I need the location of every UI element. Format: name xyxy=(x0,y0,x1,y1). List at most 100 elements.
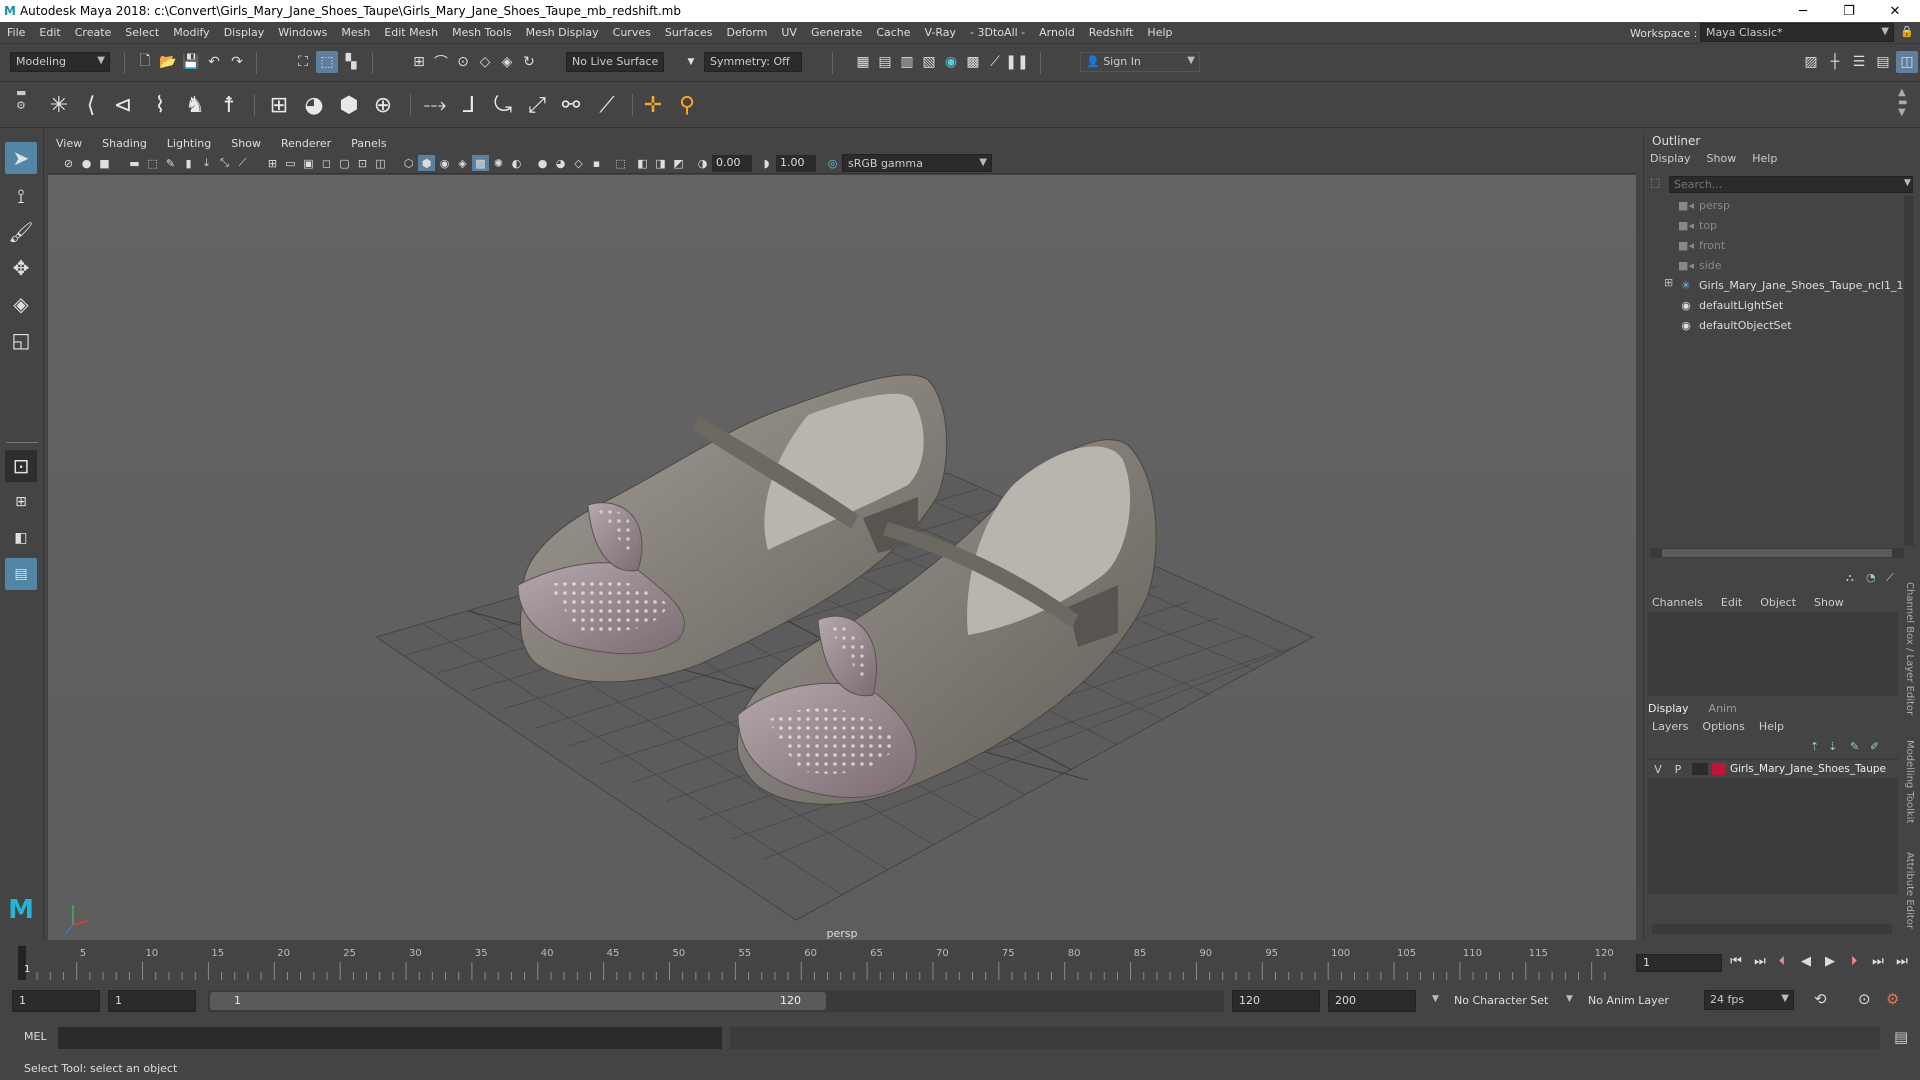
scene-end-field[interactable]: 200 xyxy=(1328,990,1416,1012)
select-component-icon[interactable]: ▚ xyxy=(340,51,362,73)
channel-box-edit-icon[interactable]: ⟋ xyxy=(1886,571,1894,585)
wireframe-icon[interactable]: ⬡ xyxy=(400,155,417,171)
layer-menu-help[interactable]: Help xyxy=(1759,720,1784,733)
lasso-tool-icon[interactable]: ⟟ xyxy=(5,180,37,212)
camera-move-icon[interactable]: ⤡ xyxy=(216,155,233,171)
snap-curve-icon[interactable]: ⌒ xyxy=(430,51,452,73)
menu-file[interactable]: File xyxy=(0,26,32,39)
go-to-end-icon[interactable]: ⏭ xyxy=(1892,952,1912,970)
menu-redshift[interactable]: Redshift xyxy=(1082,26,1141,39)
xray-joints-icon[interactable]: ◨ xyxy=(652,155,669,171)
script-editor-icon[interactable]: ▤ xyxy=(1894,1028,1908,1046)
outliner-vertical-scrollbar[interactable] xyxy=(1904,196,1914,546)
auto-key-icon[interactable]: ⊙ xyxy=(1858,990,1871,1008)
color-management-icon[interactable]: ◎ xyxy=(824,155,841,171)
fps-dropdown[interactable]: 24 fps ▼ xyxy=(1704,990,1794,1010)
constraint-scale-icon[interactable]: ⤢ xyxy=(520,88,554,122)
isolate-select-icon[interactable]: ⬚ xyxy=(612,155,629,171)
channel-menu-edit[interactable]: Edit xyxy=(1721,596,1742,609)
screen-space-ao-icon[interactable]: ● xyxy=(534,155,551,171)
safe-title-icon[interactable]: ◫ xyxy=(372,155,389,171)
view-transform-dropdown[interactable]: sRGB gamma ▼ xyxy=(842,154,992,172)
side-tab-channel-box[interactable]: Channel Box / Layer Editor xyxy=(1904,582,1915,715)
attribute-editor-icon[interactable]: ┼ xyxy=(1824,51,1846,73)
viewport-persp[interactable]: persp xyxy=(48,175,1636,940)
menu-create[interactable]: Create xyxy=(68,26,119,39)
sculpt-icon[interactable]: ◕ xyxy=(297,88,331,122)
constraint-parent-icon[interactable]: ⚯ xyxy=(554,88,588,122)
menu-generate[interactable]: Generate xyxy=(804,26,869,39)
side-tab-attribute-editor[interactable]: Attribute Editor xyxy=(1904,852,1915,929)
shelf-scroll-icon[interactable]: ▲ ▬ ▼ xyxy=(1898,88,1907,118)
menu-3dtoall[interactable]: - 3DtoAll - xyxy=(963,26,1032,39)
anti-aliasing-icon[interactable]: ◇ xyxy=(570,155,587,171)
save-scene-icon[interactable]: 💾 xyxy=(180,51,202,73)
new-layer-selected-icon[interactable]: ✐ xyxy=(1870,740,1879,753)
hypershade-icon[interactable]: ◉ xyxy=(940,51,962,73)
play-forward-icon[interactable]: ▶ xyxy=(1820,952,1840,970)
live-surface-field[interactable]: No Live Surface xyxy=(566,52,664,72)
time-slider[interactable]: 5 10 15 20 25 30 35 40 45 50 55 60 65 70 75 80 85 90 95 100… xyxy=(0,940,1920,982)
motion-blur-icon[interactable]: ◕ xyxy=(552,155,569,171)
range-slider[interactable]: 1 120 xyxy=(208,990,1224,1012)
filter-icon[interactable]: ⬚ xyxy=(1650,176,1660,189)
default-material-icon[interactable]: ◉ xyxy=(436,155,453,171)
modeling-toolkit-icon[interactable]: ▨ xyxy=(1800,51,1822,73)
constraint-aim-icon[interactable]: ⅃ xyxy=(452,88,486,122)
channel-box-icon[interactable]: ▤ xyxy=(1872,51,1894,73)
new-scene-icon[interactable]: 🗋 xyxy=(134,51,156,73)
lock-camera-icon[interactable]: ● xyxy=(78,155,95,171)
joint-tool-icon[interactable]: ✳ xyxy=(42,88,76,122)
scene-start-field[interactable]: 1 xyxy=(12,990,100,1012)
shelf-options-icon[interactable]: ▬ ⚙ xyxy=(16,86,26,112)
gamma-icon[interactable]: ◗ xyxy=(758,155,775,171)
xray-icon[interactable]: ◧ xyxy=(634,155,651,171)
rotate-tool-icon[interactable]: ◈ xyxy=(5,288,37,320)
outliner-layout-icon[interactable]: ▤ xyxy=(5,558,37,590)
camera-edit-icon[interactable]: ⟋ xyxy=(234,155,251,171)
layer-menu-layers[interactable]: Layers xyxy=(1652,720,1688,733)
layer-menu-options[interactable]: Options xyxy=(1702,720,1744,733)
redshift-render-icon[interactable]: ⟋ xyxy=(984,51,1006,73)
channel-box-refresh-icon[interactable]: ◔ xyxy=(1866,571,1876,584)
outliner-item-side[interactable]: ■◂ side xyxy=(1678,256,1722,274)
playback-start-field[interactable]: 1 xyxy=(108,990,196,1012)
layer-row[interactable]: V P Girls_Mary_Jane_Shoes_Taupe xyxy=(1648,760,1898,778)
bookmarks-icon[interactable]: ■ xyxy=(96,155,113,171)
render-view-icon[interactable]: ▦ xyxy=(852,51,874,73)
field-chart-icon[interactable]: ▢ xyxy=(336,155,353,171)
select-camera-icon[interactable]: ⊘ xyxy=(60,155,77,171)
viewport-menu-view[interactable]: View xyxy=(46,137,92,150)
constraint-orient-icon[interactable]: ⤿ xyxy=(486,88,520,122)
exposure-field[interactable]: 0.00 xyxy=(712,155,752,172)
menu-edit-mesh[interactable]: Edit Mesh xyxy=(377,26,445,39)
snap-rotate-icon[interactable]: ↻ xyxy=(518,51,540,73)
outliner-item-persp[interactable]: ■◂ persp xyxy=(1678,196,1730,214)
playback-end-field[interactable]: 120 xyxy=(1232,990,1320,1012)
two-d-pan-icon[interactable]: ⬚ xyxy=(144,155,161,171)
locator-aim-icon[interactable]: ⚲ xyxy=(670,88,704,122)
menu-mesh[interactable]: Mesh xyxy=(334,26,377,39)
textured-icon[interactable]: ▩ xyxy=(472,155,489,171)
shadows-icon[interactable]: ◐ xyxy=(508,155,525,171)
play-backward-icon[interactable]: ◀ xyxy=(1796,952,1816,970)
menu-modify[interactable]: Modify xyxy=(166,26,216,39)
menu-arnold[interactable]: Arnold xyxy=(1032,26,1082,39)
go-to-start-icon[interactable]: ⏮ xyxy=(1726,952,1746,970)
new-layer-icon[interactable]: ✎ xyxy=(1850,740,1859,753)
step-back-key-icon[interactable]: ⏭ xyxy=(1750,952,1770,970)
menu-mesh-tools[interactable]: Mesh Tools xyxy=(445,26,519,39)
persp-outliner-layout-icon[interactable]: ◧ xyxy=(5,522,37,554)
safe-action-icon[interactable]: ⊡ xyxy=(354,155,371,171)
loop-icon[interactable]: ⟲ xyxy=(1814,990,1827,1008)
sign-in-button[interactable]: 👤 Sign In ▼ xyxy=(1080,52,1200,72)
channel-menu-object[interactable]: Object xyxy=(1760,596,1796,609)
outliner-item-shoes[interactable]: ✳ Girls_Mary_Jane_Shoes_Taupe_ncl1_1 xyxy=(1679,276,1903,294)
smooth-shade-icon[interactable]: ⬢ xyxy=(418,155,435,171)
select-hierarchy-icon[interactable]: ⛶ xyxy=(292,51,314,73)
wireframe-on-shaded-icon[interactable]: ◈ xyxy=(454,155,471,171)
menu-mesh-display[interactable]: Mesh Display xyxy=(519,26,606,39)
open-scene-icon[interactable]: 📂 xyxy=(157,51,179,73)
move-tool-icon[interactable]: ✥ xyxy=(5,252,37,284)
outliner-horizontal-scrollbar[interactable] xyxy=(1650,548,1904,558)
